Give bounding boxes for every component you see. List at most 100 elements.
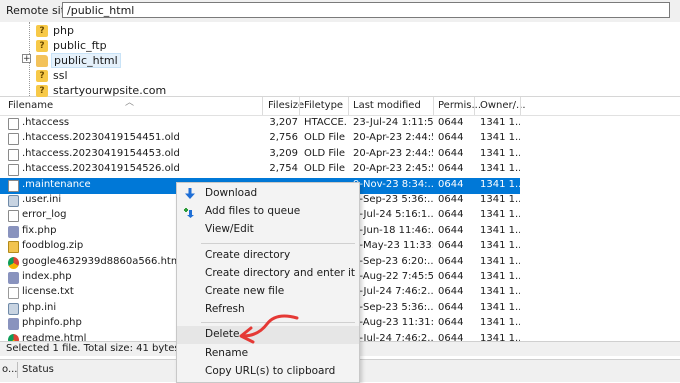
- menu-item-add-files-to-queue[interactable]: Add files to queue: [177, 203, 359, 221]
- document-icon: [8, 148, 19, 161]
- menu-item-create-new-file[interactable]: Create new file: [177, 283, 359, 301]
- file-modified: 23-Jul-24 1:11:5...: [353, 117, 433, 128]
- document-icon: [8, 164, 19, 177]
- menu-separator: [201, 242, 355, 244]
- tab-status[interactable]: Status: [22, 364, 54, 375]
- file-modified: 3-Sep-23 5:36:...: [353, 194, 433, 205]
- question-icon: ?: [36, 69, 48, 82]
- file-owner: 1341 1...: [480, 255, 520, 267]
- annotation-arrow-icon: [239, 314, 299, 344]
- gear-icon: [8, 195, 19, 207]
- file-owner: 1341 1...: [480, 117, 520, 128]
- tree-item-label: public_html: [51, 53, 121, 68]
- file-modified: 3-Jul-24 5:16:1...: [353, 209, 433, 221]
- menu-item-create-directory-and-enter-it[interactable]: Create directory and enter it: [177, 265, 359, 283]
- tree-item-startyourwpsite-com[interactable]: ? startyourwpsite.com: [36, 83, 168, 98]
- menu-item-label: Copy URL(s) to clipboard: [205, 364, 336, 377]
- tree-item-label: ssl: [53, 69, 68, 82]
- column-divider[interactable]: [299, 97, 300, 115]
- table-row[interactable]: .htaccess 3,207 HTACCE... 23-Jul-24 1:11:5.…: [0, 116, 520, 132]
- file-owner: 1341 1...: [480, 209, 520, 221]
- php-icon: [8, 318, 19, 331]
- file-modified: 3-Jul-24 7:46:2...: [353, 286, 433, 298]
- file-owner: 1341 1...: [480, 301, 520, 313]
- file-owner: 1341 1...: [480, 224, 520, 236]
- file-perm: 0644: [438, 271, 464, 282]
- file-owner: 1341 1...: [480, 240, 520, 252]
- tree-item-label: php: [53, 24, 74, 37]
- file-size: 2,754: [269, 163, 298, 175]
- zip-icon: [8, 241, 19, 254]
- folder-icon: [36, 54, 48, 67]
- file-name: .htaccess.20230419154526.old: [22, 163, 180, 175]
- menu-item-label: Create directory: [205, 248, 291, 261]
- table-row[interactable]: .htaccess.20230419154526.old 2,754 OLD Fil…: [0, 162, 520, 178]
- column-divider[interactable]: [520, 97, 521, 115]
- php-icon: [8, 272, 19, 284]
- file-list-header: Filename ︿ Filesize Filetype Last modifi…: [0, 97, 680, 116]
- file-perm: 0644: [438, 209, 464, 221]
- menu-item-download[interactable]: Download: [177, 185, 359, 203]
- column-divider[interactable]: [262, 97, 263, 115]
- expand-icon[interactable]: +: [22, 54, 31, 64]
- tab-left-truncated[interactable]: o...: [2, 364, 17, 375]
- file-perm: 0644: [438, 194, 464, 205]
- file-owner: 1341 1...: [480, 147, 520, 159]
- file-type: OLD File: [304, 163, 346, 175]
- menu-item-label: Create new file: [205, 285, 285, 297]
- gear-icon: [8, 302, 19, 315]
- file-modified: 5-Aug-22 7:45:5...: [353, 271, 433, 282]
- tree-item-public-ftp[interactable]: ? public_ftp: [36, 38, 109, 53]
- menu-item-label: Download: [205, 187, 258, 199]
- column-owner[interactable]: Owner/...: [480, 100, 526, 111]
- tree-item-php[interactable]: ? php: [36, 23, 76, 38]
- file-modified: 9-Jun-18 11:46:...: [353, 224, 433, 236]
- menu-item-create-directory[interactable]: Create directory: [177, 247, 359, 265]
- file-size: 3,207: [269, 117, 298, 128]
- chrome-icon: [8, 256, 19, 269]
- file-modified: 5-Sep-23 6:20:...: [353, 255, 433, 267]
- document-icon: [8, 179, 19, 192]
- remote-path-input[interactable]: /public_html: [62, 2, 670, 18]
- file-name: .htaccess.20230419154453.old: [22, 147, 180, 159]
- file-owner: 1341 1...: [480, 194, 520, 205]
- file-perm: 0644: [438, 224, 464, 236]
- tree-item-ssl[interactable]: ? ssl: [36, 68, 70, 83]
- download-arrow-icon: [185, 188, 195, 199]
- column-filename[interactable]: Filename: [8, 100, 53, 111]
- file-owner: 1341 1...: [480, 317, 520, 329]
- column-divider[interactable]: [348, 97, 349, 115]
- menu-item-copy-url-s-to-clipboard[interactable]: Copy URL(s) to clipboard: [177, 363, 359, 381]
- file-modified: 9-Nov-23 8:34:...: [353, 178, 433, 190]
- file-type: OLD File: [304, 147, 346, 159]
- column-divider[interactable]: [433, 97, 434, 115]
- menu-item-label: Create directory and enter it: [205, 266, 356, 279]
- file-context-menu: Download Add files to queue View/Edit Creat…: [176, 182, 360, 383]
- menu-item-label: Add files to queue: [205, 205, 301, 218]
- text-icon: [8, 287, 19, 300]
- file-perm: 0644: [438, 163, 464, 175]
- file-perm: 0644: [438, 117, 464, 128]
- file-modified: 20-Apr-23 2:44:5...: [353, 132, 433, 144]
- tree-item-public-html[interactable]: public_html: [36, 53, 121, 68]
- menu-item-label: View/Edit: [205, 223, 254, 236]
- table-row[interactable]: .htaccess.20230419154451.old 2,756 OLD Fil…: [0, 131, 520, 147]
- file-size: 3,209: [269, 147, 298, 159]
- menu-item-view-edit[interactable]: View/Edit: [177, 221, 359, 239]
- file-name: .htaccess: [22, 117, 70, 128]
- file-modified: 1-Aug-23 11:31:...: [353, 317, 433, 329]
- selection-status-text: Selected 1 file. Total size: 41 bytes: [6, 343, 180, 354]
- column-filetype[interactable]: Filetype: [304, 100, 343, 111]
- file-modified: 20-Apr-23 2:44:5...: [353, 147, 433, 159]
- file-modified: 3-Sep-23 5:36:...: [353, 301, 433, 313]
- file-owner: 1341 1...: [480, 286, 520, 298]
- remote-site-bar: Remote site: /public_html: [0, 0, 680, 23]
- table-row[interactable]: .htaccess.20230419154453.old 3,209 OLD Fil…: [0, 147, 520, 163]
- file-modified: 20-Apr-23 2:45:5...: [353, 163, 433, 175]
- file-owner: 1341 1...: [480, 163, 520, 175]
- file-perm: 0644: [438, 147, 464, 159]
- column-divider[interactable]: [474, 97, 475, 115]
- column-last-modified[interactable]: Last modified: [353, 100, 421, 111]
- file-perm: 0644: [438, 132, 464, 144]
- file-type: OLD File: [304, 132, 346, 144]
